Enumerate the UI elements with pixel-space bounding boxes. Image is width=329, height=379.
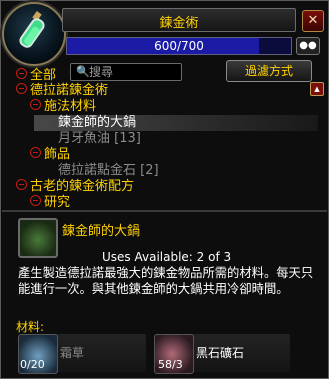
skill-bar: 600/700 — [66, 37, 292, 55]
recipe-alchemists-cauldron[interactable]: 鍊金師的大鍋 — [58, 115, 136, 131]
collapse-icon — [16, 83, 27, 94]
title-bar: 鍊金術 — [62, 8, 296, 32]
reagent-name: 霜草 — [60, 346, 85, 360]
filter-button[interactable]: 過濾方式 — [226, 60, 312, 82]
recipe-description: 產生製造德拉諾最強大的鍊金物品所需的材料。每天只能進行一次。與其他鍊金師的大鍋共… — [18, 266, 314, 296]
divider — [2, 210, 327, 212]
subcategory-trinkets[interactable]: 飾品 — [30, 147, 70, 163]
subcategory-label: 飾品 — [44, 147, 71, 162]
alchemy-portrait — [2, 2, 66, 66]
search-input[interactable] — [89, 64, 177, 80]
search-icon: 🔍 — [76, 65, 90, 78]
subcategory-reagents[interactable]: 施法材料 — [30, 99, 96, 115]
collapse-icon — [30, 147, 41, 158]
subcategory-research[interactable]: 研究 — [30, 195, 70, 211]
reagent-count: 0/20 — [20, 358, 45, 371]
subcategory-label: 研究 — [44, 195, 71, 210]
collapse-icon — [16, 179, 27, 190]
reagents-label: 材料: — [16, 320, 45, 334]
link-button[interactable]: ●● — [296, 37, 320, 55]
category-label: 德拉諾鍊金術 — [30, 83, 109, 98]
cauldron-icon[interactable] — [18, 218, 58, 258]
recipe-title: 鍊金師的大鍋 — [62, 224, 141, 239]
category-ancient-alchemy[interactable]: 古老的鍊金術配方 — [16, 179, 134, 195]
close-button[interactable]: ✕ — [302, 10, 324, 32]
category-draenor-alchemy[interactable]: 德拉諾鍊金術 — [16, 83, 108, 99]
recipe-list: 德拉諾鍊金術 施法材料 鍊金師的大鍋 月牙魚油 [13] 飾品 德拉諾點金石 [… — [0, 81, 318, 211]
reagent-count: 58/3 — [158, 358, 183, 371]
recipe-draenic-philosophers-stone[interactable]: 德拉諾點金石 [2] — [58, 163, 159, 179]
window-title: 鍊金術 — [159, 16, 199, 31]
collapse-icon — [16, 68, 27, 79]
skill-text: 600/700 — [154, 39, 204, 53]
potion-flask-icon — [19, 11, 45, 48]
subcategory-label: 施法材料 — [44, 99, 97, 114]
collapse-icon — [30, 99, 41, 110]
collapse-icon — [30, 195, 41, 206]
category-label: 古老的鍊金術配方 — [30, 179, 135, 194]
recipe-crescent-oil[interactable]: 月牙魚油 [13] — [58, 131, 141, 147]
reagent-name: 黑石礦石 — [196, 346, 245, 360]
uses-available: Uses Available: 2 of 3 — [102, 250, 232, 264]
search-box[interactable]: 🔍 — [70, 63, 182, 81]
